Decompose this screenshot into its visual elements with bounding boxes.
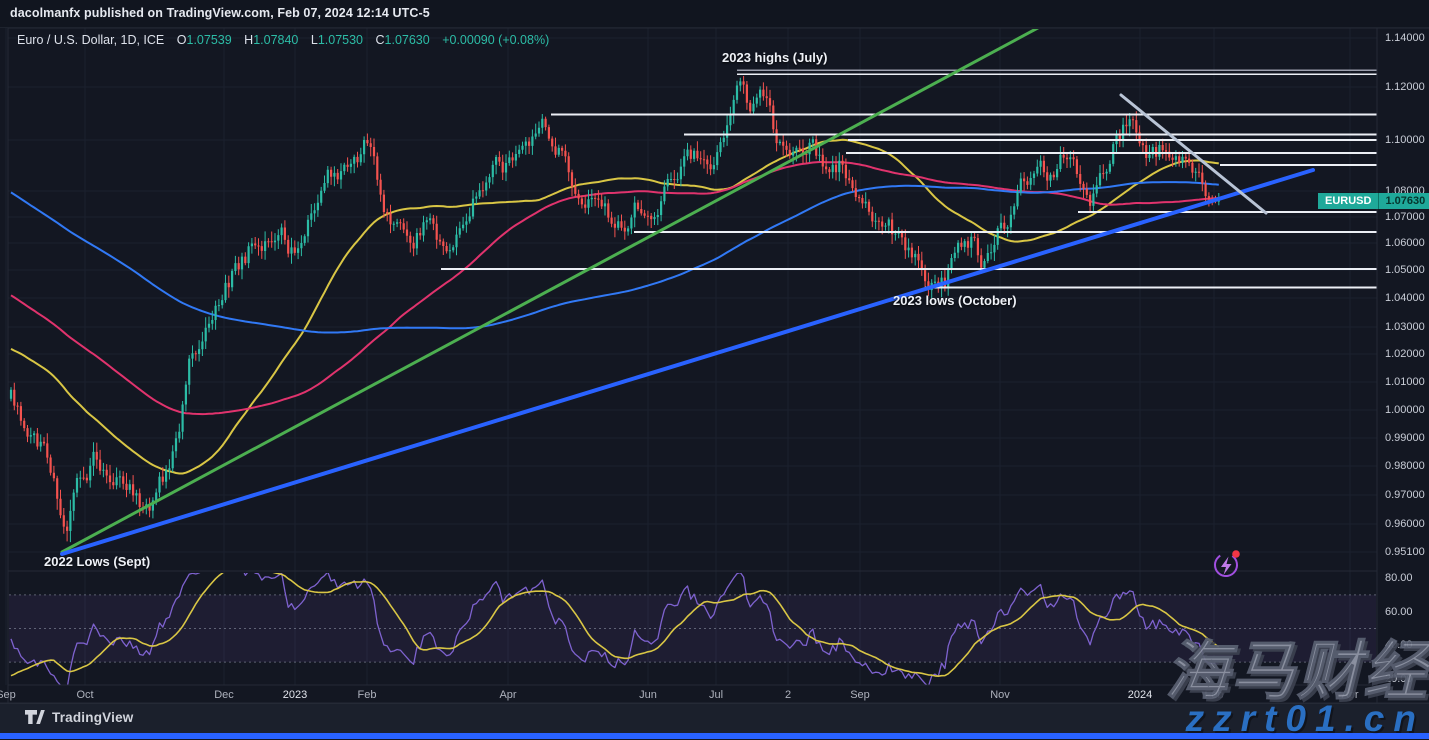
time-axis-label[interactable]: Dec bbox=[214, 689, 234, 701]
annotation-label[interactable]: 2023 highs (July) bbox=[722, 50, 827, 65]
time-axis-label[interactable]: Jun bbox=[639, 689, 657, 701]
publish-info-bar: dacolmanfx published on TradingView.com,… bbox=[0, 0, 1429, 28]
price-axis-label[interactable]: 1.05000 bbox=[1385, 264, 1425, 276]
time-axis-label[interactable]: 2 bbox=[785, 689, 791, 701]
lightning-bolt-icon bbox=[1221, 557, 1232, 576]
tradingview-logo[interactable]: TradingView bbox=[24, 709, 133, 726]
rsi-axis-label[interactable]: 60.00 bbox=[1385, 606, 1413, 618]
price-axis-label[interactable]: 1.04000 bbox=[1385, 292, 1425, 304]
time-axis-label[interactable]: Feb bbox=[358, 689, 377, 701]
candle-bodies-down bbox=[13, 81, 1216, 530]
candle-wicks-up bbox=[11, 78, 1219, 542]
price-axis-label[interactable]: 1.10000 bbox=[1385, 134, 1425, 146]
time-axis-label[interactable]: Apr bbox=[499, 689, 516, 701]
price-axis-label[interactable]: 0.98000 bbox=[1385, 460, 1425, 472]
price-axis-label[interactable]: 0.97000 bbox=[1385, 489, 1425, 501]
time-axis-label[interactable]: Jul bbox=[709, 689, 723, 701]
rising-support-blue[interactable] bbox=[62, 170, 1313, 554]
boost-lightning-icon[interactable] bbox=[1209, 548, 1245, 584]
time-axis-label[interactable]: Nov bbox=[990, 689, 1010, 701]
rising-support-green[interactable] bbox=[62, 8, 1075, 552]
badge-symbol: EURUSD bbox=[1318, 193, 1378, 209]
tradingview-logo-icon bbox=[24, 709, 45, 726]
badge-price: 1.07630 bbox=[1378, 193, 1429, 209]
price-axis-label[interactable]: 1.00000 bbox=[1385, 404, 1425, 416]
price-axis-label[interactable]: 1.06000 bbox=[1385, 237, 1425, 249]
price-axis-label[interactable]: 0.96000 bbox=[1385, 518, 1425, 530]
legend-open-label: O bbox=[177, 33, 187, 47]
rsi-axis-label[interactable]: 80.00 bbox=[1385, 572, 1413, 584]
symbol-legend[interactable]: Euro / U.S. Dollar, 1D, ICE O1.07539 H1.… bbox=[17, 33, 549, 47]
time-axis-label[interactable]: Oct bbox=[76, 689, 93, 701]
legend-close-label: C bbox=[376, 33, 385, 47]
legend-high-value: 1.07840 bbox=[253, 33, 298, 47]
price-pane[interactable] bbox=[10, 76, 1220, 542]
legend-low-label: L bbox=[311, 33, 318, 47]
trendlines[interactable] bbox=[62, 8, 1313, 554]
watermark-url: zzrt01.cn bbox=[1186, 698, 1425, 740]
legend-close-value: 1.07630 bbox=[385, 33, 430, 47]
annotation-label[interactable]: 2023 lows (October) bbox=[893, 293, 1017, 308]
legend-open-value: 1.07539 bbox=[187, 33, 232, 47]
legend-change: +0.00090 (+0.08%) bbox=[442, 33, 549, 47]
ma-line-ma200[interactable] bbox=[11, 182, 1219, 332]
price-axis-label[interactable]: 1.07000 bbox=[1385, 211, 1425, 223]
notification-dot bbox=[1232, 550, 1240, 558]
last-price-badge: EURUSD 1.07630 bbox=[1318, 193, 1429, 209]
price-axis-label[interactable]: 1.02000 bbox=[1385, 348, 1425, 360]
price-axis-label[interactable]: 0.99000 bbox=[1385, 432, 1425, 444]
price-axis-label[interactable]: 1.01000 bbox=[1385, 376, 1425, 388]
legend-high-label: H bbox=[244, 33, 253, 47]
price-axis-label[interactable]: 0.95100 bbox=[1385, 546, 1425, 558]
price-axis-label[interactable]: 1.14000 bbox=[1385, 32, 1425, 44]
time-axis-label[interactable]: Sep bbox=[850, 689, 870, 701]
publish-info-text: dacolmanfx published on TradingView.com,… bbox=[10, 6, 430, 20]
legend-title[interactable]: Euro / U.S. Dollar, 1D, ICE bbox=[17, 33, 164, 47]
tradingview-published-chart: dacolmanfx published on TradingView.com,… bbox=[0, 0, 1429, 739]
legend-low-value: 1.07530 bbox=[318, 33, 363, 47]
tradingview-logo-text: TradingView bbox=[52, 710, 133, 725]
price-axis-label[interactable]: 1.03000 bbox=[1385, 321, 1425, 333]
time-axis-label[interactable]: 2024 bbox=[1128, 689, 1152, 701]
gridlines bbox=[6, 28, 1377, 685]
annotation-label[interactable]: 2022 Lows (Sept) bbox=[44, 554, 150, 569]
time-axis-label[interactable]: 2023 bbox=[283, 689, 307, 701]
time-axis-label[interactable]: Sep bbox=[0, 689, 16, 701]
price-axis-label[interactable]: 1.12000 bbox=[1385, 81, 1425, 93]
